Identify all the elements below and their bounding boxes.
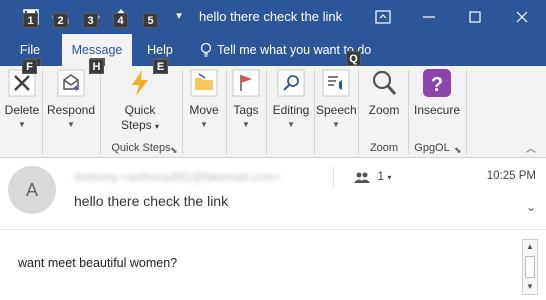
keytip-4: 4 — [113, 13, 128, 28]
message-header: A Anthony <anthony891@fakemail.com> 1 ▾ … — [0, 158, 546, 230]
customize-qat-button[interactable]: ▾ — [168, 9, 190, 31]
speech-button[interactable]: Speech ▼ — [316, 68, 357, 142]
editing-button[interactable]: Editing ▼ — [270, 68, 312, 142]
ribbon-tabs: File F Message H Help E Tell me what you… — [0, 34, 546, 73]
speech-label: Speech — [316, 103, 357, 117]
separator — [466, 70, 467, 154]
message-body[interactable]: want meet beautiful women? ▲ ▼ — [0, 231, 546, 300]
scroll-up-icon[interactable]: ▲ — [523, 240, 537, 254]
close-icon — [516, 11, 528, 23]
separator — [226, 70, 227, 154]
keytip-3: 3 — [83, 13, 98, 28]
save-button[interactable]: 1 — [20, 6, 42, 28]
keytip-respond: H — [89, 59, 104, 74]
minimize-icon — [423, 16, 435, 18]
move-button[interactable]: Move ▼ — [186, 68, 222, 142]
zoom-button[interactable]: Zoom — [362, 68, 406, 142]
recipients-button[interactable]: 1 ▾ — [354, 169, 391, 183]
read-aloud-icon — [322, 69, 350, 97]
undo-button[interactable]: 2 — [50, 6, 72, 28]
vertical-scrollbar[interactable]: ▲ ▼ — [522, 239, 538, 295]
respond-button[interactable]: Respond ▼ — [46, 68, 96, 142]
next-item-button[interactable]: 5 — [140, 6, 162, 28]
separator — [266, 70, 267, 154]
sender-address: Anthony <anthony891@fakemail.com> — [74, 170, 281, 184]
minimize-button[interactable] — [406, 0, 452, 34]
collapse-ribbon-icon[interactable]: ︿ — [526, 140, 536, 155]
previous-item-button[interactable]: 4 — [110, 6, 132, 28]
respond-label: Respond — [46, 103, 96, 117]
people-icon — [354, 172, 370, 183]
quick-steps-label-1: Quick — [124, 103, 156, 117]
zoom-group-label: Zoom — [369, 142, 399, 154]
tags-label: Tags — [233, 103, 259, 117]
delete-label: Delete — [4, 103, 40, 117]
move-label: Move — [189, 103, 219, 117]
folder-icon — [190, 69, 218, 97]
message-body-text: want meet beautiful women? — [18, 256, 178, 270]
lightbulb-icon — [200, 42, 212, 57]
separator — [333, 167, 334, 187]
message-subject: hello there check the link — [74, 193, 229, 209]
scroll-thumb[interactable] — [525, 256, 535, 278]
window-title: hello there check the link — [199, 9, 343, 24]
dialog-launcher-icon[interactable]: ⬊ — [170, 145, 178, 156]
lightning-icon — [132, 70, 148, 96]
flag-icon — [232, 69, 260, 97]
tab-file-label: File — [19, 43, 41, 57]
recipients-dropdown-icon: ▾ — [387, 173, 392, 182]
title-bar: 1 2 3 4 5 ▾ hello there check the link — [0, 0, 546, 34]
keytip-1: 1 — [23, 13, 38, 28]
tags-dropdown-icon: ▼ — [242, 120, 250, 129]
move-dropdown-icon: ▼ — [200, 120, 208, 129]
scroll-down-icon[interactable]: ▼ — [523, 280, 537, 294]
ribbon: Delete ▼ F Respond ▼ H Quick Steps ▾ E Q… — [0, 59, 546, 158]
zoom-icon — [372, 70, 397, 95]
message-time: 10:25 PM — [486, 170, 536, 182]
recipients-count: 1 — [377, 169, 385, 183]
avatar: A — [8, 166, 56, 214]
respond-icon — [57, 69, 85, 97]
maximize-icon — [469, 11, 481, 23]
tab-message-label: Message — [71, 43, 123, 57]
maximize-button[interactable] — [452, 0, 498, 34]
insecure-button[interactable]: ? Insecure — [412, 68, 462, 142]
quick-steps-label-2: Steps — [120, 118, 152, 132]
magnifier-icon — [277, 69, 305, 97]
separator — [42, 70, 43, 154]
expand-header-icon[interactable]: ⌄ — [526, 200, 536, 214]
delete-button[interactable]: Delete ▼ — [4, 68, 40, 142]
separator — [182, 70, 183, 154]
keytip-tellme: Q — [346, 51, 361, 66]
quick-steps-dropdown-icon: ▾ — [155, 122, 160, 131]
dialog-launcher-icon[interactable]: ⬊ — [454, 145, 462, 156]
insecure-label: Insecure — [413, 103, 461, 117]
tags-button[interactable]: Tags ▼ — [230, 68, 262, 142]
zoom-label: Zoom — [368, 103, 400, 117]
svg-text:?: ? — [431, 74, 443, 96]
gpgol-group-label: GpgOL — [414, 142, 450, 154]
separator — [358, 70, 359, 154]
respond-dropdown-icon: ▼ — [67, 120, 75, 129]
delete-dropdown-icon: ▼ — [18, 120, 26, 129]
editing-label: Editing — [272, 103, 310, 117]
speech-dropdown-icon: ▼ — [332, 120, 340, 129]
keytip-delete: F — [22, 59, 37, 74]
tab-help-label: Help — [147, 43, 173, 57]
question-mark-icon: ? — [423, 69, 451, 97]
editing-dropdown-icon: ▼ — [287, 120, 295, 129]
keytip-quick-steps: E — [153, 59, 168, 74]
close-button[interactable] — [498, 0, 546, 34]
ribbon-display-options-button[interactable] — [360, 0, 406, 34]
separator — [314, 70, 315, 154]
tell-me-search[interactable]: Tell me what you want to do Q — [199, 34, 371, 66]
quick-steps-button[interactable]: Quick Steps ▾ — [110, 68, 170, 142]
ribbon-display-icon — [375, 10, 391, 24]
keytip-5: 5 — [143, 13, 158, 28]
redo-button[interactable]: 3 — [80, 6, 102, 28]
keytip-2: 2 — [53, 13, 68, 28]
